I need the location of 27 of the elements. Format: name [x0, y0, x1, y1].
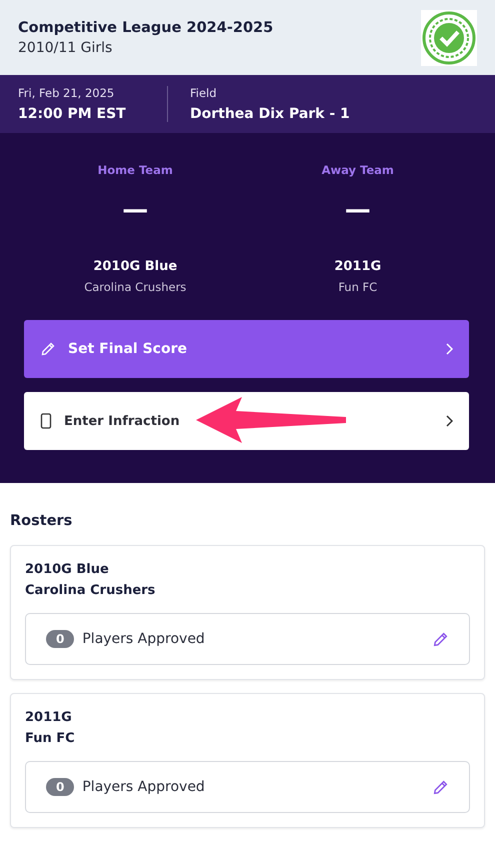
league-title: Competitive League 2024-2025 — [18, 20, 274, 36]
infraction-button[interactable]: Enter Infraction — [24, 392, 469, 450]
team-score: — — [122, 195, 148, 227]
set-score-button[interactable]: Set Final Score — [24, 320, 469, 378]
team-name: 2010G Blue — [25, 562, 110, 577]
approval-row[interactable]: 0 Players Approved — [25, 613, 470, 665]
match-date: Fri, Feb 21, 2025 — [18, 86, 116, 100]
approval-label: Players Approved — [82, 779, 206, 795]
team-score: — — [344, 195, 371, 227]
approval-label: Players Approved — [82, 631, 206, 647]
section-title: Rosters — [10, 513, 74, 529]
count-badge: 0 — [46, 778, 74, 796]
team-name: 2011G — [25, 710, 73, 725]
team-role-label: Home Team — [98, 163, 173, 177]
club-name: Carolina Crushers — [25, 583, 156, 598]
club-name: Carolina Crushers — [84, 280, 186, 294]
club-name: Fun FC — [25, 731, 76, 746]
count-badge: 0 — [46, 630, 74, 648]
team-name: 2010G Blue — [93, 259, 178, 274]
club-name: Fun FC — [338, 280, 378, 294]
team-name: 2011G — [334, 259, 382, 274]
field-name: Dorthea Dix Park - 1 — [190, 106, 350, 122]
field-label: Field — [190, 86, 218, 100]
team-role-label: Away Team — [322, 163, 394, 177]
division-name: 2010/11 Girls — [18, 40, 114, 56]
approval-row[interactable]: 0 Players Approved — [25, 761, 470, 813]
match-time: 12:00 PM EST — [18, 106, 127, 122]
